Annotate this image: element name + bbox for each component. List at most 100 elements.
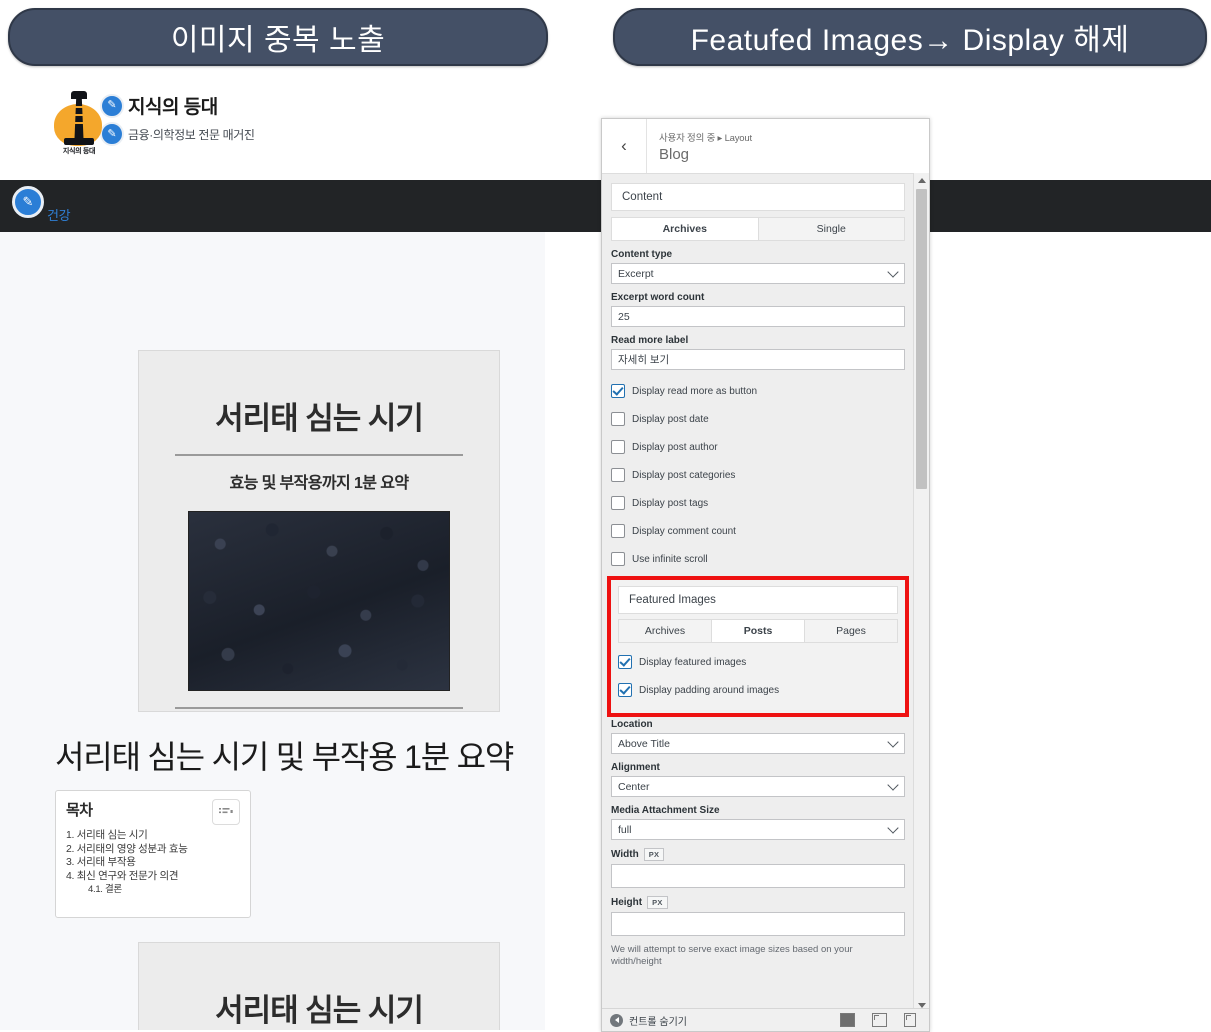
toc-item[interactable]: 1. 서리태 심는 시기 [66, 829, 240, 843]
toc-item[interactable]: 2. 서리태의 영양 성분과 효능 [66, 843, 240, 857]
select-location[interactable]: Above Title [611, 733, 905, 754]
featured-images-highlight-box: Featured Images Archives Posts Pages Dis… [607, 576, 909, 717]
hide-controls-button[interactable]: 컨트롤 숨기기 [602, 1013, 687, 1028]
checkbox-icon[interactable] [611, 412, 625, 426]
toc-list: 1. 서리태 심는 시기 2. 서리태의 영양 성분과 효능 3. 서리태 부작… [66, 829, 240, 897]
content-tabs: Archives Single [611, 217, 905, 241]
checkbox-label: Use infinite scroll [632, 553, 708, 565]
checkbox-row-post-date[interactable]: Display post date [611, 406, 905, 432]
select-location-value: Above Title [618, 737, 670, 750]
toc-item[interactable]: 3. 서리태 부작용 [66, 856, 240, 870]
checkbox-label: Display read more as button [632, 385, 758, 397]
nav-item-health[interactable]: 건강 [47, 205, 71, 224]
pencil-edit-icon[interactable]: ✎ [12, 186, 44, 218]
breadcrumb: 사용자 정의 중 ▸ Layout [659, 132, 752, 144]
lighthouse-caption: 지식의 등대 [62, 148, 96, 155]
hide-controls-label: 컨트롤 숨기기 [629, 1016, 687, 1028]
toc-sub-item[interactable]: 4.1. 결론 [66, 883, 240, 897]
tab-fi-pages[interactable]: Pages [805, 620, 897, 642]
label-content-type: Content type [611, 249, 673, 260]
input-width[interactable] [611, 864, 905, 888]
input-read-more-value: 자세히 보기 [618, 354, 670, 366]
label-width-text: Width [611, 849, 639, 861]
tab-single[interactable]: Single [758, 218, 904, 240]
featured-images-tabs: Archives Posts Pages [618, 619, 898, 643]
checkbox-icon[interactable] [611, 440, 625, 454]
post-title[interactable]: 서리태 심는 시기 및 부작용 1분 요약 [55, 732, 514, 778]
customizer-footer: 컨트롤 숨기기 [602, 1008, 929, 1031]
site-tagline: 금융·의학정보 전문 매거진 [128, 127, 255, 142]
featured-image-title: 서리태 심는 시기 [215, 993, 424, 1028]
divider [175, 454, 463, 456]
label-height: Height PX [611, 896, 905, 909]
list-icon [219, 808, 233, 814]
toc-toggle-icon[interactable] [212, 799, 240, 825]
back-chevron-icon[interactable]: ‹ [602, 119, 647, 173]
select-content-type[interactable]: Excerpt [611, 263, 905, 284]
tab-fi-posts[interactable]: Posts [712, 620, 805, 642]
lighthouse-icon: 지식의 등대 [50, 91, 108, 155]
site-header: 지식의 등대 ✎ 지식의 등대 ✎ 금융·의학정보 전문 매거진 [0, 70, 545, 180]
tablet-preview-icon[interactable] [872, 1013, 887, 1027]
checkbox-label: Display featured images [639, 656, 747, 668]
tab-fi-archives[interactable]: Archives [619, 620, 712, 642]
panel-title: Blog [659, 145, 690, 163]
checkbox-icon[interactable] [611, 552, 625, 566]
select-alignment[interactable]: Center [611, 776, 905, 797]
checkbox-row-post-author[interactable]: Display post author [611, 434, 905, 460]
checkbox-row-post-categories[interactable]: Display post categories [611, 462, 905, 488]
checkbox-row-display-featured-images[interactable]: Display featured images [618, 649, 898, 675]
customizer-header: ‹ 사용자 정의 중 ▸ Layout Blog [602, 119, 929, 174]
input-read-more-label[interactable]: 자세히 보기 [611, 349, 905, 370]
checkbox-icon[interactable] [611, 496, 625, 510]
checkbox-icon[interactable] [611, 524, 625, 538]
input-excerpt-word-count[interactable]: 25 [611, 306, 905, 327]
checkbox-row-display-padding[interactable]: Display padding around images [618, 677, 898, 703]
desktop-preview-icon[interactable] [840, 1013, 855, 1027]
checkbox-label: Display post author [632, 441, 718, 453]
checkbox-row-comment-count[interactable]: Display comment count [611, 518, 905, 544]
featured-image-subtitle: 효능 및 부작용까지 1분 요약 [229, 475, 409, 492]
checkbox-label: Display post date [632, 413, 709, 425]
label-alignment: Alignment [611, 762, 660, 773]
checkbox-icon[interactable] [618, 655, 632, 669]
wordpress-customizer-panel: ‹ 사용자 정의 중 ▸ Layout Blog Content Archive… [601, 118, 930, 1032]
chevron-down-icon [887, 736, 899, 748]
panel-scrollbar[interactable] [913, 173, 929, 1013]
scrollbar-thumb[interactable] [916, 189, 927, 489]
checkbox-row-read-more-button[interactable]: Display read more as button [611, 378, 905, 404]
featured-image-card-top: 서리태 심는 시기 효능 및 부작용까지 1분 요약 [138, 350, 500, 712]
section-content-header[interactable]: Content [611, 183, 905, 211]
chevron-down-icon [887, 822, 899, 834]
checkbox-label: Display post tags [632, 497, 709, 509]
label-height-text: Height [611, 897, 643, 909]
featured-image-card-duplicate: 서리태 심는 시기 효능 및 부작용까지 1분 요약 [138, 942, 500, 1030]
checkbox-icon[interactable] [611, 384, 625, 398]
label-media-attachment-size: Media Attachment Size [611, 805, 720, 816]
checkbox-icon[interactable] [618, 683, 632, 697]
checkbox-icon[interactable] [611, 468, 625, 482]
site-logo[interactable]: 지식의 등대 ✎ 지식의 등대 ✎ 금융·의학정보 전문 매거진 [50, 91, 255, 155]
input-height[interactable] [611, 912, 905, 936]
label-read-more: Read more label [611, 335, 689, 346]
featured-image-title: 서리태 심는 시기 [215, 401, 424, 436]
tab-archives[interactable]: Archives [612, 218, 759, 240]
mobile-preview-icon[interactable] [904, 1013, 916, 1027]
customizer-body: Content Archives Single Content type Exc… [602, 173, 914, 1013]
checkbox-row-infinite-scroll[interactable]: Use infinite scroll [611, 546, 905, 572]
height-unit-badge: PX [647, 896, 668, 909]
checkbox-label: Display padding around images [639, 684, 780, 696]
banner-left-label: 이미지 중복 노출 [170, 24, 386, 57]
section-featured-images-header[interactable]: Featured Images [618, 586, 898, 614]
site-content-area: 서리태 심는 시기 효능 및 부작용까지 1분 요약 서리태 심는 시기 및 부… [0, 232, 545, 1030]
width-unit-badge: PX [643, 848, 665, 861]
select-alignment-value: Center [618, 780, 650, 793]
collapse-icon [610, 1013, 623, 1027]
scroll-up-icon[interactable] [914, 173, 929, 188]
select-media-attachment-size[interactable]: full [611, 819, 905, 840]
checkbox-label: Display post categories [632, 469, 736, 481]
table-of-contents: 목차 1. 서리태 심는 시기 2. 서리태의 영양 성분과 효능 3. 서리태… [55, 790, 251, 918]
label-location: Location [611, 719, 653, 730]
checkbox-row-post-tags[interactable]: Display post tags [611, 490, 905, 516]
toc-item[interactable]: 4. 최신 연구와 전문가 의견 [66, 870, 240, 884]
